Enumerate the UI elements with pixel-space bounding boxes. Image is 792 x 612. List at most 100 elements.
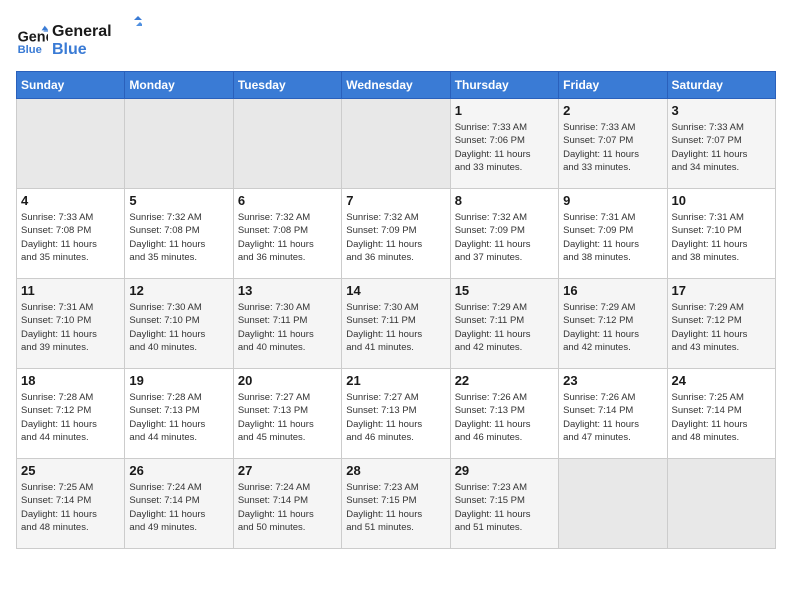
- week-row-5: 25 Sunrise: 7:25 AM Sunset: 7:14 PM Dayli…: [17, 459, 776, 549]
- day-info: Sunrise: 7:28 AM Sunset: 7:12 PM Dayligh…: [21, 391, 120, 444]
- day-info: Sunrise: 7:33 AM Sunset: 7:07 PM Dayligh…: [563, 121, 662, 174]
- day-number: 15: [455, 283, 554, 298]
- header: General Blue General Blue: [16, 16, 776, 63]
- day-cell: 14 Sunrise: 7:30 AM Sunset: 7:11 PM Dayli…: [342, 279, 450, 369]
- header-cell-monday: Monday: [125, 72, 233, 99]
- day-number: 1: [455, 103, 554, 118]
- day-info: Sunrise: 7:26 AM Sunset: 7:13 PM Dayligh…: [455, 391, 554, 444]
- day-info: Sunrise: 7:33 AM Sunset: 7:06 PM Dayligh…: [455, 121, 554, 174]
- week-row-1: 1 Sunrise: 7:33 AM Sunset: 7:06 PM Daylig…: [17, 99, 776, 189]
- logo-icon: General Blue: [16, 24, 48, 56]
- day-info: Sunrise: 7:29 AM Sunset: 7:12 PM Dayligh…: [563, 301, 662, 354]
- day-number: 16: [563, 283, 662, 298]
- day-cell: [233, 99, 341, 189]
- day-info: Sunrise: 7:24 AM Sunset: 7:14 PM Dayligh…: [129, 481, 228, 534]
- day-info: Sunrise: 7:28 AM Sunset: 7:13 PM Dayligh…: [129, 391, 228, 444]
- day-info: Sunrise: 7:29 AM Sunset: 7:11 PM Dayligh…: [455, 301, 554, 354]
- day-number: 29: [455, 463, 554, 478]
- day-info: Sunrise: 7:33 AM Sunset: 7:07 PM Dayligh…: [672, 121, 771, 174]
- header-cell-tuesday: Tuesday: [233, 72, 341, 99]
- logo: General Blue General Blue: [16, 16, 142, 63]
- day-cell: 9Sunrise: 7:31 AM Sunset: 7:09 PM Daylig…: [559, 189, 667, 279]
- day-cell: 26 Sunrise: 7:24 AM Sunset: 7:14 PM Dayli…: [125, 459, 233, 549]
- day-cell: 4 Sunrise: 7:33 AM Sunset: 7:08 PM Daylig…: [17, 189, 125, 279]
- week-row-4: 18 Sunrise: 7:28 AM Sunset: 7:12 PM Dayli…: [17, 369, 776, 459]
- day-cell: 3 Sunrise: 7:33 AM Sunset: 7:07 PM Daylig…: [667, 99, 775, 189]
- day-info: Sunrise: 7:33 AM Sunset: 7:08 PM Dayligh…: [21, 211, 120, 264]
- svg-text:Blue: Blue: [18, 43, 42, 55]
- header-cell-wednesday: Wednesday: [342, 72, 450, 99]
- day-cell: [559, 459, 667, 549]
- day-info: Sunrise: 7:30 AM Sunset: 7:11 PM Dayligh…: [346, 301, 445, 354]
- day-cell: 13Sunrise: 7:30 AM Sunset: 7:11 PM Dayli…: [233, 279, 341, 369]
- day-cell: 12Sunrise: 7:30 AM Sunset: 7:10 PM Dayli…: [125, 279, 233, 369]
- day-cell: [17, 99, 125, 189]
- header-row: SundayMondayTuesdayWednesdayThursdayFrid…: [17, 72, 776, 99]
- day-info: Sunrise: 7:23 AM Sunset: 7:15 PM Dayligh…: [346, 481, 445, 534]
- header-cell-saturday: Saturday: [667, 72, 775, 99]
- day-cell: 7Sunrise: 7:32 AM Sunset: 7:09 PM Daylig…: [342, 189, 450, 279]
- day-number: 24: [672, 373, 771, 388]
- day-cell: 24 Sunrise: 7:25 AM Sunset: 7:14 PM Dayli…: [667, 369, 775, 459]
- day-number: 6: [238, 193, 337, 208]
- day-info: Sunrise: 7:26 AM Sunset: 7:14 PM Dayligh…: [563, 391, 662, 444]
- day-cell: 18 Sunrise: 7:28 AM Sunset: 7:12 PM Dayli…: [17, 369, 125, 459]
- day-cell: 25 Sunrise: 7:25 AM Sunset: 7:14 PM Dayli…: [17, 459, 125, 549]
- day-number: 26: [129, 463, 228, 478]
- day-info: Sunrise: 7:27 AM Sunset: 7:13 PM Dayligh…: [346, 391, 445, 444]
- day-info: Sunrise: 7:31 AM Sunset: 7:10 PM Dayligh…: [21, 301, 120, 354]
- day-number: 22: [455, 373, 554, 388]
- header-cell-sunday: Sunday: [17, 72, 125, 99]
- day-number: 5: [129, 193, 228, 208]
- day-cell: 8 Sunrise: 7:32 AM Sunset: 7:09 PM Daylig…: [450, 189, 558, 279]
- day-info: Sunrise: 7:24 AM Sunset: 7:14 PM Dayligh…: [238, 481, 337, 534]
- day-number: 18: [21, 373, 120, 388]
- day-number: 13: [238, 283, 337, 298]
- day-cell: 20 Sunrise: 7:27 AM Sunset: 7:13 PM Dayli…: [233, 369, 341, 459]
- day-cell: 27 Sunrise: 7:24 AM Sunset: 7:14 PM Dayli…: [233, 459, 341, 549]
- day-number: 4: [21, 193, 120, 208]
- day-info: Sunrise: 7:29 AM Sunset: 7:12 PM Dayligh…: [672, 301, 771, 354]
- day-info: Sunrise: 7:27 AM Sunset: 7:13 PM Dayligh…: [238, 391, 337, 444]
- day-cell: 21 Sunrise: 7:27 AM Sunset: 7:13 PM Dayli…: [342, 369, 450, 459]
- day-cell: 19 Sunrise: 7:28 AM Sunset: 7:13 PM Dayli…: [125, 369, 233, 459]
- day-cell: [125, 99, 233, 189]
- day-cell: 17Sunrise: 7:29 AM Sunset: 7:12 PM Dayli…: [667, 279, 775, 369]
- day-cell: 10 Sunrise: 7:31 AM Sunset: 7:10 PM Dayli…: [667, 189, 775, 279]
- day-cell: 29 Sunrise: 7:23 AM Sunset: 7:15 PM Dayli…: [450, 459, 558, 549]
- day-cell: 16 Sunrise: 7:29 AM Sunset: 7:12 PM Dayli…: [559, 279, 667, 369]
- day-number: 25: [21, 463, 120, 478]
- day-cell: 28Sunrise: 7:23 AM Sunset: 7:15 PM Dayli…: [342, 459, 450, 549]
- day-info: Sunrise: 7:32 AM Sunset: 7:08 PM Dayligh…: [129, 211, 228, 264]
- day-number: 19: [129, 373, 228, 388]
- svg-text:Blue: Blue: [52, 41, 87, 58]
- calendar-body: 1 Sunrise: 7:33 AM Sunset: 7:06 PM Daylig…: [17, 99, 776, 549]
- day-number: 21: [346, 373, 445, 388]
- day-cell: 1 Sunrise: 7:33 AM Sunset: 7:06 PM Daylig…: [450, 99, 558, 189]
- day-number: 3: [672, 103, 771, 118]
- day-info: Sunrise: 7:25 AM Sunset: 7:14 PM Dayligh…: [672, 391, 771, 444]
- day-number: 11: [21, 283, 120, 298]
- day-info: Sunrise: 7:32 AM Sunset: 7:09 PM Dayligh…: [346, 211, 445, 264]
- day-info: Sunrise: 7:31 AM Sunset: 7:10 PM Dayligh…: [672, 211, 771, 264]
- day-cell: [342, 99, 450, 189]
- day-info: Sunrise: 7:32 AM Sunset: 7:09 PM Dayligh…: [455, 211, 554, 264]
- day-number: 14: [346, 283, 445, 298]
- day-cell: 6Sunrise: 7:32 AM Sunset: 7:08 PM Daylig…: [233, 189, 341, 279]
- week-row-3: 11 Sunrise: 7:31 AM Sunset: 7:10 PM Dayli…: [17, 279, 776, 369]
- day-info: Sunrise: 7:25 AM Sunset: 7:14 PM Dayligh…: [21, 481, 120, 534]
- day-cell: 2Sunrise: 7:33 AM Sunset: 7:07 PM Daylig…: [559, 99, 667, 189]
- day-info: Sunrise: 7:30 AM Sunset: 7:10 PM Dayligh…: [129, 301, 228, 354]
- header-cell-friday: Friday: [559, 72, 667, 99]
- header-cell-thursday: Thursday: [450, 72, 558, 99]
- day-number: 8: [455, 193, 554, 208]
- calendar-header: SundayMondayTuesdayWednesdayThursdayFrid…: [17, 72, 776, 99]
- day-number: 27: [238, 463, 337, 478]
- day-number: 20: [238, 373, 337, 388]
- day-cell: 11 Sunrise: 7:31 AM Sunset: 7:10 PM Dayli…: [17, 279, 125, 369]
- day-cell: 5 Sunrise: 7:32 AM Sunset: 7:08 PM Daylig…: [125, 189, 233, 279]
- day-info: Sunrise: 7:23 AM Sunset: 7:15 PM Dayligh…: [455, 481, 554, 534]
- day-number: 10: [672, 193, 771, 208]
- week-row-2: 4 Sunrise: 7:33 AM Sunset: 7:08 PM Daylig…: [17, 189, 776, 279]
- day-number: 23: [563, 373, 662, 388]
